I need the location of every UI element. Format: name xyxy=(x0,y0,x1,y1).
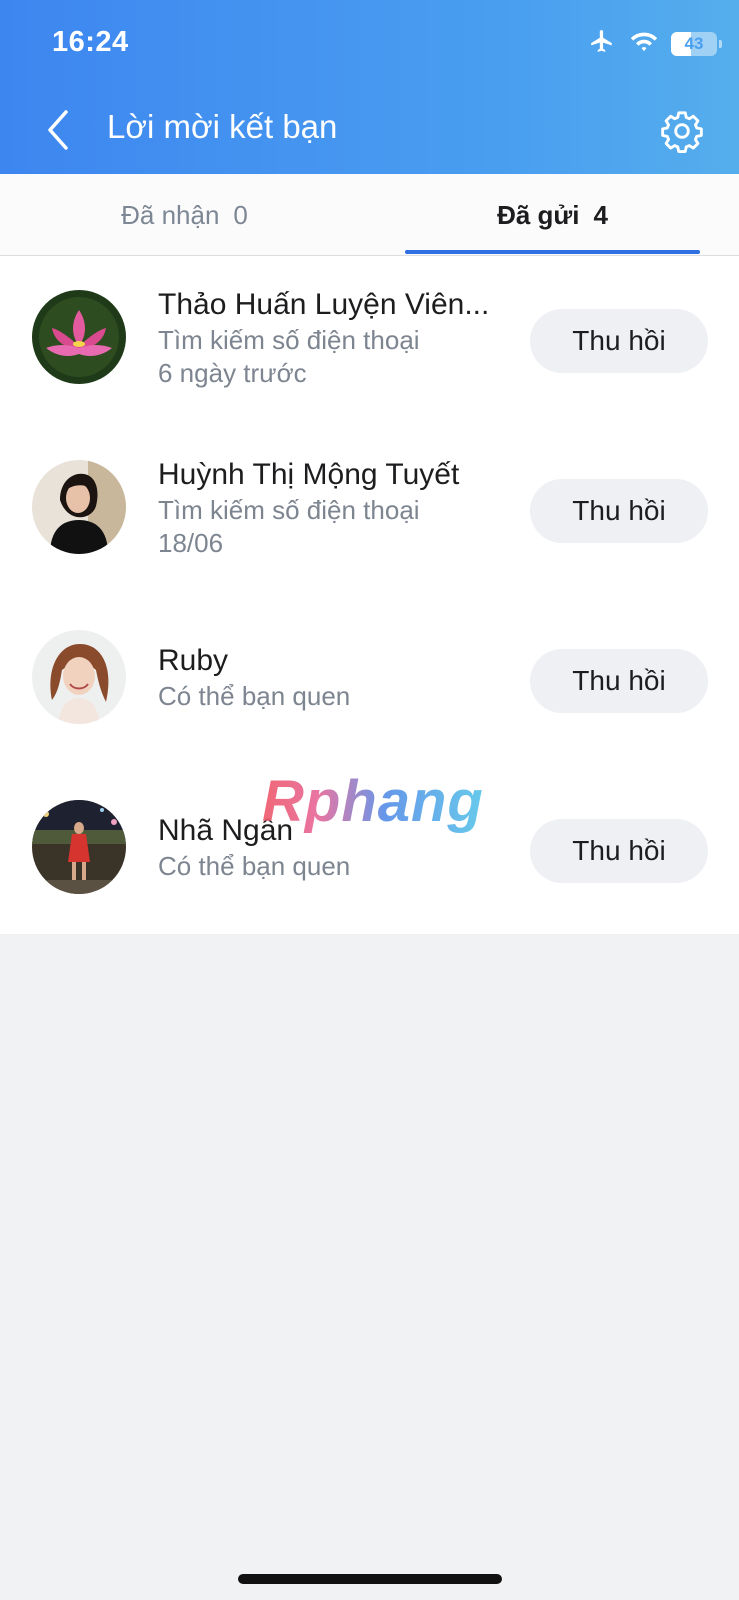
contact-name: Ruby xyxy=(158,644,229,677)
tab-sent-label: Đã gửi xyxy=(497,199,580,230)
app-header: 16:24 43 Lời mời kết bạn xyxy=(0,0,739,174)
tab-received[interactable]: Đã nhận 0 xyxy=(37,174,332,256)
list-item[interactable]: Thảo Huấn Luyện Viên... Tìm kiếm số điện… xyxy=(0,256,739,426)
gear-icon xyxy=(661,111,703,153)
back-button[interactable] xyxy=(38,104,78,156)
list-item[interactable]: Huỳnh Thị Mộng Tuyết Tìm kiếm số điện th… xyxy=(0,426,739,596)
request-time: 18/06 xyxy=(158,528,224,558)
request-source: Có thể bạn quen xyxy=(158,851,351,881)
tab-sent-count: 4 xyxy=(593,199,608,230)
tab-received-label: Đã nhận xyxy=(121,199,220,230)
battery-level: 43 xyxy=(684,33,704,53)
wifi-icon xyxy=(629,29,659,58)
airplane-icon xyxy=(587,28,617,59)
list-item[interactable]: Ruby Có thể bạn quen Thu hồi xyxy=(0,596,739,766)
contact-name: Huỳnh Thị Mộng Tuyết xyxy=(158,458,460,491)
request-source: Có thể bạn quen xyxy=(158,681,351,711)
request-info: Ruby Có thể bạn quen xyxy=(158,642,508,713)
recall-button[interactable]: Thu hồi xyxy=(530,309,708,373)
request-source: Tìm kiếm số điện thoại xyxy=(158,325,420,355)
settings-button[interactable] xyxy=(659,108,705,154)
smiling-woman-avatar[interactable] xyxy=(32,630,126,724)
chevron-left-icon xyxy=(48,110,68,150)
night-photo-avatar[interactable] xyxy=(32,800,126,894)
recall-button[interactable]: Thu hồi xyxy=(530,819,708,883)
battery-icon: 43 xyxy=(671,31,722,56)
recall-button[interactable]: Thu hồi xyxy=(530,649,708,713)
tab-received-count: 0 xyxy=(233,199,248,230)
lotus-avatar[interactable] xyxy=(32,290,126,384)
page-title: Lời mời kết bạn xyxy=(107,108,338,145)
woman-avatar[interactable] xyxy=(32,460,126,554)
status-time: 16:24 xyxy=(52,26,129,58)
request-source: Tìm kiếm số điện thoại xyxy=(158,495,420,525)
tab-indicator xyxy=(405,250,700,254)
recall-button[interactable]: Thu hồi xyxy=(530,479,708,543)
tab-bar: Đã nhận 0 Đã gửi 4 xyxy=(0,174,739,256)
status-icons: 43 xyxy=(587,28,722,59)
contact-name: Thảo Huấn Luyện Viên... xyxy=(158,288,490,321)
request-time: 6 ngày trước xyxy=(158,358,307,388)
tab-sent[interactable]: Đã gửi 4 xyxy=(405,174,700,256)
request-info: Thảo Huấn Luyện Viên... Tìm kiếm số điện… xyxy=(158,286,508,390)
watermark-logo: Rphang xyxy=(262,769,484,834)
home-indicator xyxy=(238,1574,502,1584)
request-info: Huỳnh Thị Mộng Tuyết Tìm kiếm số điện th… xyxy=(158,456,508,560)
